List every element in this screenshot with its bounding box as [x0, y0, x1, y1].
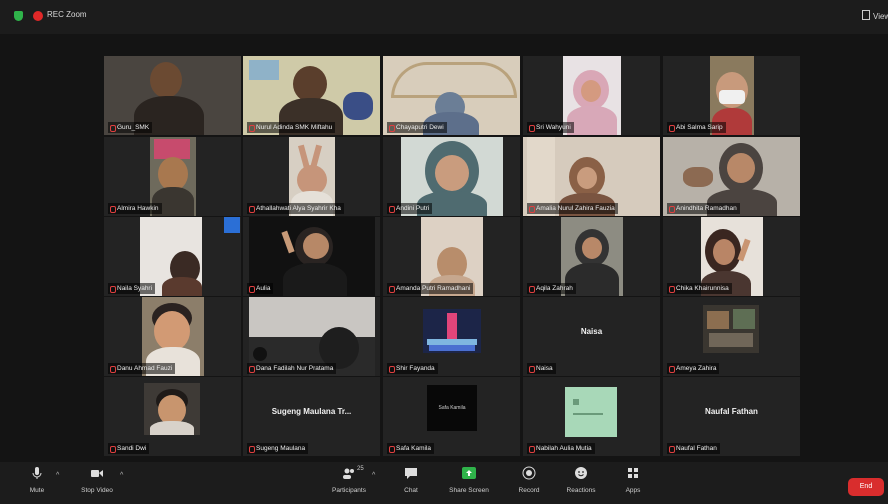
participant-name: Amanda Putri Ramadhani: [387, 283, 474, 294]
participant-name: Danu Ahmad Fauzi: [108, 363, 176, 374]
pinned-icon: [224, 217, 240, 233]
participant-video: [703, 305, 759, 353]
participant-display-text: Naisa: [580, 327, 603, 336]
participant-tile-active-speaker[interactable]: Nurul Adinda SMK Miftahu: [243, 56, 380, 135]
participant-video: [423, 309, 481, 353]
apps-icon: [628, 468, 638, 478]
participant-name: Shir Fayanda: [387, 363, 438, 374]
participant-tile[interactable]: Andini Putri: [383, 137, 520, 216]
participants-options-caret-icon[interactable]: ^: [372, 472, 375, 479]
video-options-caret-icon[interactable]: ^: [120, 472, 123, 479]
participant-tile[interactable]: Abi Salma Sarip: [663, 56, 800, 135]
participant-tile[interactable]: Sandi Dwi: [104, 377, 241, 456]
participant-name: Sugeng Maulana: [247, 443, 309, 454]
participant-name: Guru_SMK: [108, 122, 153, 133]
participant-name: Naisa: [527, 363, 556, 374]
participant-name: Ameya Zahira: [667, 363, 720, 374]
participants-count: 25: [357, 466, 364, 472]
mute-button[interactable]: Mute: [12, 466, 62, 494]
video-camera-icon: [91, 470, 103, 477]
share-screen-icon: [462, 467, 476, 479]
participant-tile[interactable]: Guru_SMK: [104, 56, 241, 135]
participant-name: Dana Fadilah Nur Pratama: [247, 363, 337, 374]
share-screen-button[interactable]: Share Screen: [444, 466, 494, 494]
participant-tile[interactable]: Aqila Zahrah: [523, 217, 660, 296]
video-gallery: Guru_SMK Nurul Adinda SMK Miftahu Chayap…: [0, 34, 888, 462]
apps-label: Apps: [625, 487, 641, 494]
participant-name: Safa Kamila: [387, 443, 435, 454]
participant-display-text: Naufal Fathan: [705, 407, 758, 416]
participant-tile[interactable]: Almira Hawkin: [104, 137, 241, 216]
participant-name: Andini Putri: [387, 203, 433, 214]
chat-label: Chat: [404, 487, 418, 494]
participants-label: Participants: [332, 487, 366, 494]
participant-name: Aulia: [247, 283, 274, 294]
microphone-icon: [32, 467, 42, 479]
participant-name: Naila Syahri: [108, 283, 156, 294]
apps-button[interactable]: Apps: [608, 466, 658, 494]
end-meeting-button[interactable]: End: [848, 478, 884, 496]
participant-tile[interactable]: Nabilah Aulia Mutia: [523, 377, 660, 456]
participant-tile[interactable]: Danu Ahmad Fauzi: [104, 297, 241, 376]
share-screen-label: Share Screen: [449, 487, 489, 494]
meeting-controls-toolbar: Mute ^ Stop Video ^ 25 Participants ^ Ch…: [0, 462, 888, 504]
participants-icon: [343, 468, 354, 479]
participant-tile[interactable]: Naila Syahri: [104, 217, 241, 296]
participant-video: Safa Kamila: [427, 385, 477, 431]
participant-name: Aqila Zahrah: [527, 283, 576, 294]
record-label: Record: [518, 487, 540, 494]
participant-name: Amalia Nurul Zahira Fauzia: [527, 203, 618, 214]
chat-icon: [405, 468, 417, 479]
participant-display-text: Sugeng Maulana Tr...: [271, 407, 352, 416]
mute-options-caret-icon[interactable]: ^: [56, 472, 59, 479]
security-shield-icon[interactable]: [14, 11, 23, 21]
view-button[interactable]: View: [862, 10, 888, 21]
mute-label: Mute: [29, 487, 45, 494]
record-button[interactable]: Record: [504, 466, 554, 494]
participant-tile[interactable]: Ameya Zahira: [663, 297, 800, 376]
participant-name: Almira Hawkin: [108, 203, 162, 214]
participant-tile[interactable]: Dana Fadilah Nur Pratama: [243, 297, 380, 376]
participant-tile[interactable]: Amalia Nurul Zahira Fauzia: [523, 137, 660, 216]
participant-name: Abi Salma Sarip: [667, 122, 726, 133]
participant-name: Anindhita Ramadhan: [667, 203, 740, 214]
participant-video: [144, 383, 200, 435]
participant-display-text: Safa Kamila: [438, 405, 466, 411]
participant-tile[interactable]: Chika Khairunnisa: [663, 217, 800, 296]
participant-name: Naufal Fathan: [667, 443, 720, 454]
participant-tile[interactable]: Chayaputri Dewi: [383, 56, 520, 135]
participant-tile[interactable]: Naisa Naisa: [523, 297, 660, 376]
participant-name: Chayaputri Dewi: [387, 122, 447, 133]
participant-name: Nabilah Aulia Mutia: [527, 443, 595, 454]
participants-button[interactable]: 25 Participants: [324, 466, 374, 494]
participant-name: Sandi Dwi: [108, 443, 150, 454]
reactions-smiley-icon: [575, 467, 587, 479]
recording-icon: [33, 11, 43, 21]
participant-name: Athallahwati Alya Syahrir Kha: [247, 203, 344, 214]
chat-button[interactable]: Chat: [386, 466, 436, 494]
participant-tile[interactable]: Sugeng Maulana Tr... Sugeng Maulana: [243, 377, 380, 456]
meeting-top-bar: REC Zoom View: [0, 0, 888, 34]
participant-tile[interactable]: Athallahwati Alya Syahrir Kha: [243, 137, 380, 216]
grid-view-icon: [862, 10, 870, 20]
stop-video-button[interactable]: Stop Video: [72, 466, 122, 494]
participant-name: Chika Khairunnisa: [667, 283, 732, 294]
participant-tile[interactable]: Anindhita Ramadhan: [663, 137, 800, 216]
participant-name: Nurul Adinda SMK Miftahu: [247, 122, 336, 133]
participant-name: Sri Wahyuni: [527, 122, 574, 133]
stop-video-label: Stop Video: [81, 487, 113, 494]
view-label: View: [873, 12, 888, 21]
record-icon: [522, 466, 536, 480]
participant-tile[interactable]: Sri Wahyuni: [523, 56, 660, 135]
participant-tile[interactable]: Naufal Fathan Naufal Fathan: [663, 377, 800, 456]
participant-tile[interactable]: Aulia: [243, 217, 380, 296]
reactions-button[interactable]: Reactions: [556, 466, 606, 494]
participant-tile[interactable]: Safa Kamila Safa Kamila: [383, 377, 520, 456]
recording-label: REC Zoom: [47, 10, 87, 19]
participant-tile[interactable]: Shir Fayanda: [383, 297, 520, 376]
reactions-label: Reactions: [566, 487, 596, 494]
participant-video: [565, 387, 617, 437]
participant-tile[interactable]: Amanda Putri Ramadhani: [383, 217, 520, 296]
